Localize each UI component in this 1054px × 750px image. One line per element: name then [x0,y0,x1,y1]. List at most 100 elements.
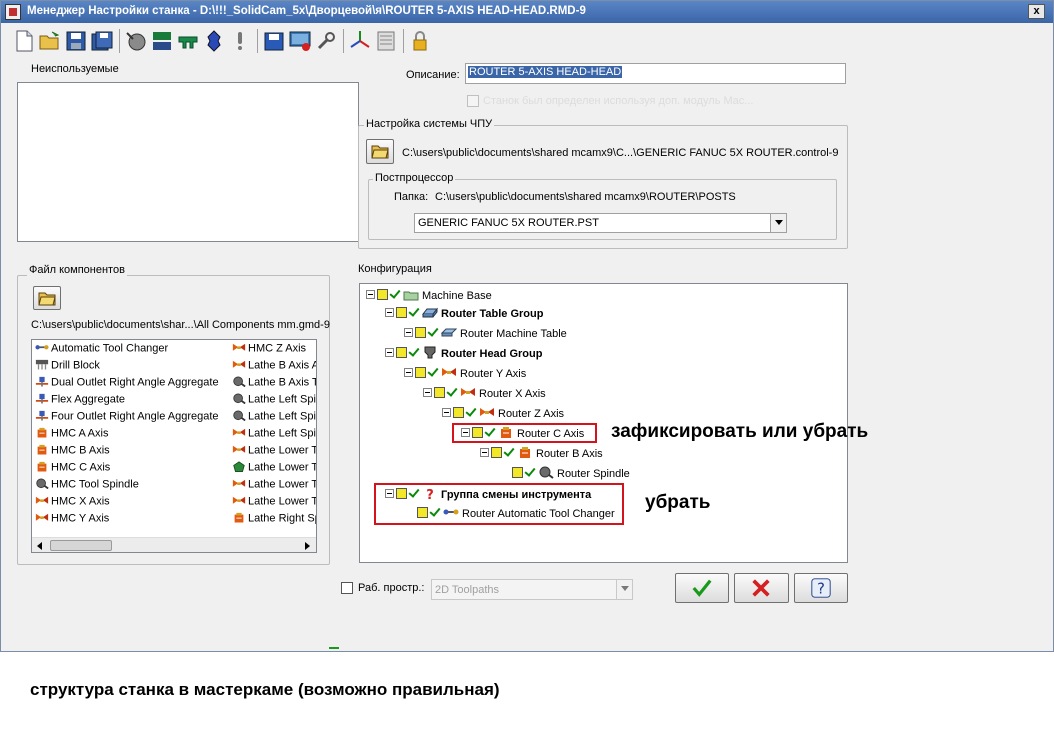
clamp-tool-button[interactable] [175,27,201,55]
component-list-item[interactable]: HMC X Axis [35,495,231,512]
tree-node[interactable]: Router Machine Table [404,326,567,344]
lock-icon [413,31,427,51]
component-folder-button[interactable] [33,286,61,310]
component-list-item[interactable]: Lathe Left Spi [232,410,316,427]
collapse-icon[interactable] [404,328,413,337]
component-list-item[interactable]: Four Outlet Right Angle Aggregate [35,410,231,427]
tree-node[interactable]: Machine Base [366,288,492,306]
fixture-tool-button[interactable] [149,27,175,55]
component-list-item-label: HMC C Axis [51,461,111,474]
scroll-right-icon[interactable] [299,538,315,552]
tree-node[interactable]: Router X Axis [423,386,546,404]
component-list-item[interactable]: Lathe Left Spi [232,427,316,444]
post-processor-select[interactable]: GENERIC FANUC 5X ROUTER.PST [414,213,787,233]
description-label: Описание: [406,69,460,81]
component-list-item[interactable]: Lathe Right Sp [232,512,316,529]
component-list-item[interactable]: HMC A Axis [35,427,231,444]
tree-node[interactable]: Router Table Group [385,306,543,324]
collapse-icon[interactable] [385,348,394,357]
component-list-item[interactable]: Automatic Tool Changer [35,342,231,359]
lock-button[interactable] [407,27,433,55]
component-list-item[interactable]: HMC Y Axis [35,512,231,529]
tree-node[interactable]: Router Y Axis [404,366,526,384]
cancel-button[interactable] [734,573,789,603]
control-folder-button[interactable] [366,139,394,164]
chuck-tool-button[interactable] [201,27,227,55]
checkmark-icon[interactable] [427,326,439,338]
save-as-button[interactable] [89,27,115,55]
machine-properties-button[interactable] [287,27,313,55]
component-list-item[interactable]: HMC C Axis [35,461,231,478]
new-file-button[interactable] [11,27,37,55]
collapse-icon[interactable] [480,448,489,457]
component-list-item[interactable]: Flex Aggregate [35,393,231,410]
list-button[interactable] [373,27,399,55]
tree-node[interactable]: Router Head Group [385,346,542,364]
axes-button[interactable] [347,27,373,55]
checkmark-icon[interactable] [408,346,420,358]
tree-node[interactable]: Router B Axis [480,446,603,464]
node-state-icon[interactable] [396,307,407,318]
node-state-icon[interactable] [415,327,426,338]
unused-list[interactable] [17,82,359,242]
save-button[interactable] [63,27,89,55]
node-state-icon[interactable] [512,467,523,478]
component-list-item[interactable]: Drill Block [35,359,231,376]
component-list-item[interactable]: Lathe Lower T [232,444,316,461]
save-icon [66,31,86,51]
spindle-tool-button[interactable] [123,27,149,55]
components-list[interactable]: Automatic Tool Changer Drill Block Dual Ou… [31,339,317,553]
tree-node[interactable]: Router Z Axis [442,406,564,424]
component-list-item[interactable]: Lathe Lower T [232,461,316,478]
collapse-icon[interactable] [366,290,375,299]
component-list-item[interactable]: Lathe Lower T [232,478,316,495]
aggregate-icon [35,393,49,406]
component-list-item[interactable]: HMC Z Axis [232,342,316,359]
defined-by-module-checkbox[interactable] [467,95,479,107]
checkmark-icon[interactable] [408,306,420,318]
node-state-icon[interactable] [434,387,445,398]
component-list-item[interactable]: HMC Tool Spindle [35,478,231,495]
chevron-down-icon[interactable] [616,580,632,599]
checkmark-icon[interactable] [465,406,477,418]
components-horizontal-scrollbar[interactable] [32,537,316,552]
checkmark-icon[interactable] [427,366,439,378]
component-list-item-label: Dual Outlet Right Angle Aggregate [51,376,219,389]
scrollbar-thumb[interactable] [50,540,112,551]
component-list-item-label: Drill Block [51,359,100,372]
open-file-button[interactable] [37,27,63,55]
checkmark-icon[interactable] [524,466,536,478]
description-input[interactable]: ROUTER 5-AXIS HEAD-HEAD [465,63,846,84]
close-button[interactable]: x [1028,4,1045,19]
component-list-item[interactable]: Lathe Left Spi [232,393,316,410]
scroll-left-icon[interactable] [32,538,48,552]
machine-save-button[interactable] [261,27,287,55]
checkmark-icon[interactable] [389,288,401,300]
tools-button[interactable] [313,27,339,55]
tree-node[interactable]: Router Spindle [499,466,630,484]
checkmark-icon[interactable] [446,386,458,398]
collapse-icon[interactable] [423,388,432,397]
post-folder-path: C:\users\public\documents\shared mcamx9\… [435,191,736,203]
component-list-item[interactable]: Lathe B Axis A [232,359,316,376]
warning-tool-button[interactable] [227,27,253,55]
workspace-checkbox[interactable] [341,582,353,594]
node-state-icon[interactable] [415,367,426,378]
help-button[interactable]: ? [794,573,848,603]
collapse-icon[interactable] [404,368,413,377]
node-state-icon[interactable] [396,347,407,358]
chevron-down-icon[interactable] [770,214,786,232]
node-state-icon[interactable] [491,447,502,458]
node-state-icon[interactable] [377,289,388,300]
component-list-item[interactable]: Lathe Lower T [232,495,316,512]
collapse-icon[interactable] [442,408,451,417]
checkmark-icon[interactable] [503,446,515,458]
ok-button[interactable] [675,573,729,603]
title-bar[interactable]: Менеджер Настройки станка - D:\!!!_Solid… [1,1,1053,23]
component-list-item[interactable]: Lathe B Axis T [232,376,316,393]
component-list-item[interactable]: HMC B Axis [35,444,231,461]
workspace-select[interactable]: 2D Toolpaths [431,579,633,600]
node-state-icon[interactable] [453,407,464,418]
component-list-item[interactable]: Dual Outlet Right Angle Aggregate [35,376,231,393]
collapse-icon[interactable] [385,308,394,317]
